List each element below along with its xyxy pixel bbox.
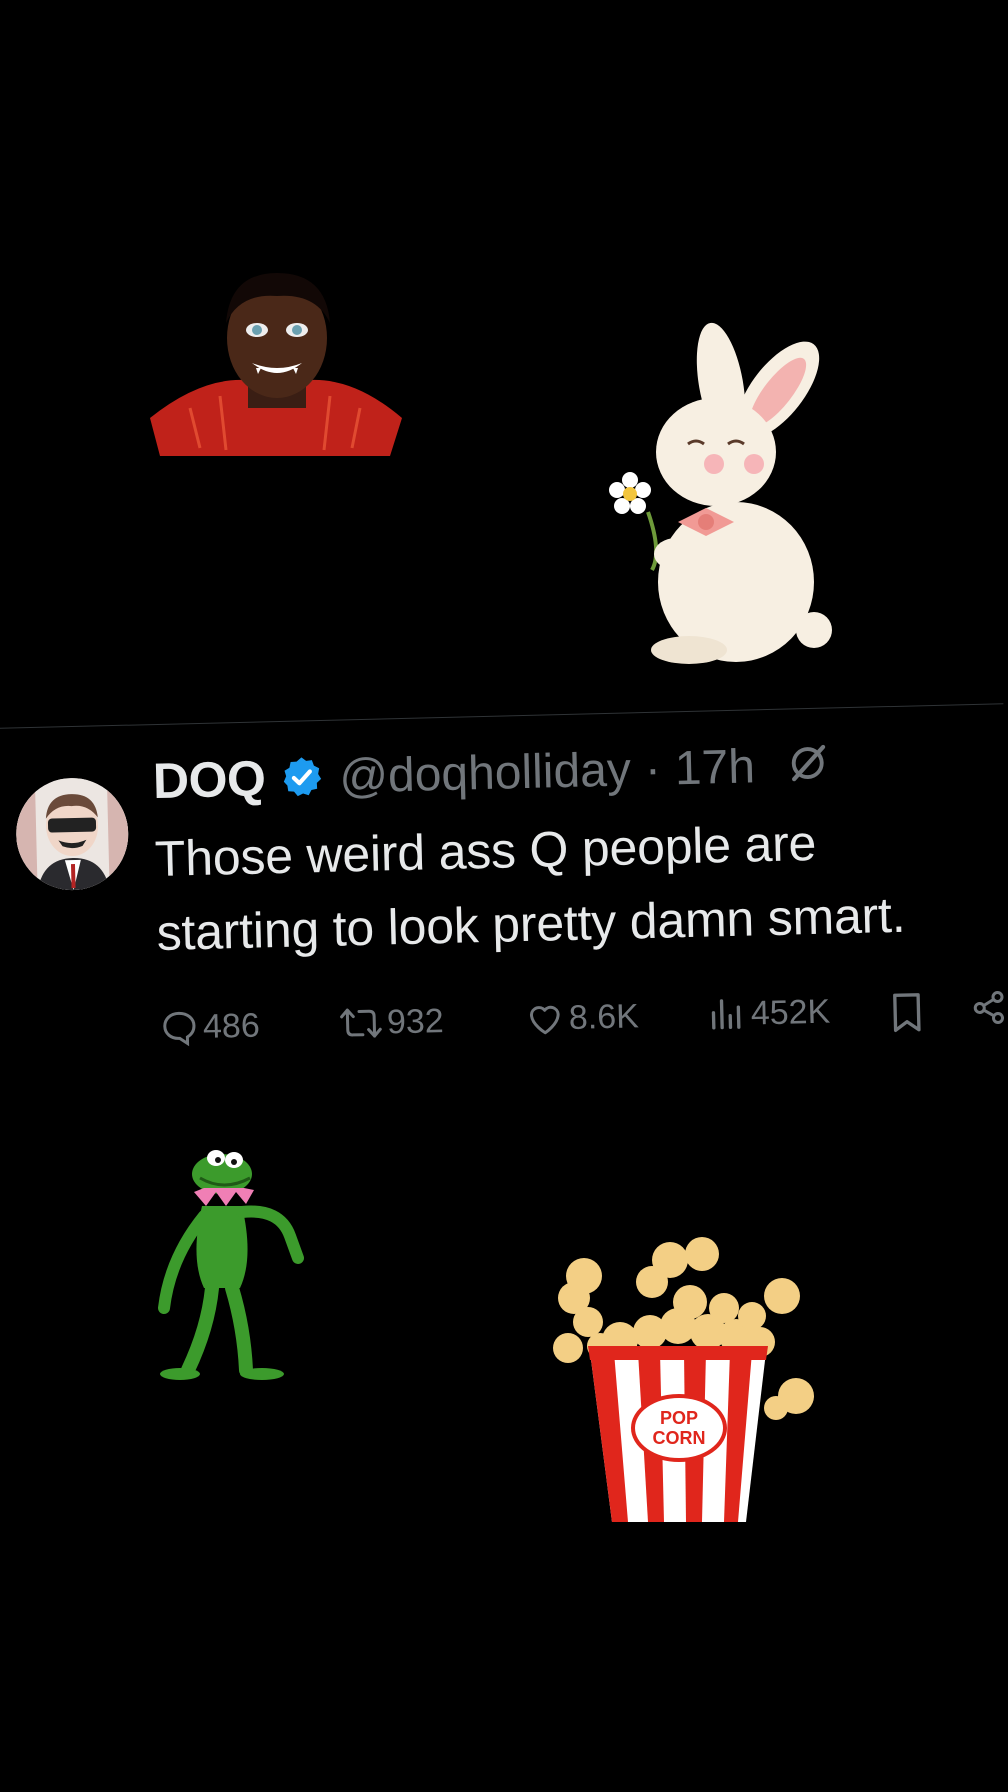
share-icon: [970, 987, 1007, 1028]
reply-button[interactable]: 486: [159, 1006, 261, 1048]
popcorn-sticker: POP CORN: [540, 1236, 830, 1522]
reply-icon: [159, 1007, 200, 1048]
bookmark-button[interactable]: [886, 989, 927, 1034]
share-button[interactable]: [970, 987, 1007, 1028]
thriller-sticker: [140, 268, 410, 478]
tweet-card[interactable]: DOQ @doqholliday · 17h Those weird ass Q…: [0, 697, 1008, 1102]
separator-dot: ·: [644, 742, 662, 796]
repost-icon: [338, 1003, 383, 1044]
views-icon: [706, 994, 747, 1035]
user-handle[interactable]: @doqholliday: [339, 742, 632, 804]
repost-button[interactable]: 932: [338, 1001, 444, 1044]
like-count: 8.6K: [568, 996, 640, 1037]
bookmark-icon: [886, 989, 927, 1034]
verified-badge-icon: [279, 754, 326, 801]
popcorn-label-top: POP: [660, 1408, 698, 1428]
tweet-actions: 486 932 8.6K 452K: [159, 987, 1008, 1058]
views-button[interactable]: 452K: [706, 992, 831, 1035]
views-count: 452K: [750, 992, 831, 1033]
repost-count: 932: [386, 1001, 445, 1041]
avatar[interactable]: [14, 776, 130, 892]
divider: [0, 703, 1004, 729]
heart-icon: [524, 998, 565, 1039]
reply-count: 486: [202, 1006, 261, 1046]
bunny-sticker: [606, 322, 846, 664]
popcorn-label-bottom: CORN: [653, 1428, 706, 1448]
kermit-sticker: [150, 1148, 310, 1382]
grok-icon[interactable]: [786, 741, 829, 789]
timestamp[interactable]: 17h: [674, 739, 755, 796]
tweet-text: Those weird ass Q people are starting to…: [154, 814, 907, 962]
like-button[interactable]: 8.6K: [524, 996, 639, 1039]
display-name[interactable]: DOQ: [152, 749, 266, 810]
tweet-header: DOQ @doqholliday · 17h: [152, 736, 829, 811]
